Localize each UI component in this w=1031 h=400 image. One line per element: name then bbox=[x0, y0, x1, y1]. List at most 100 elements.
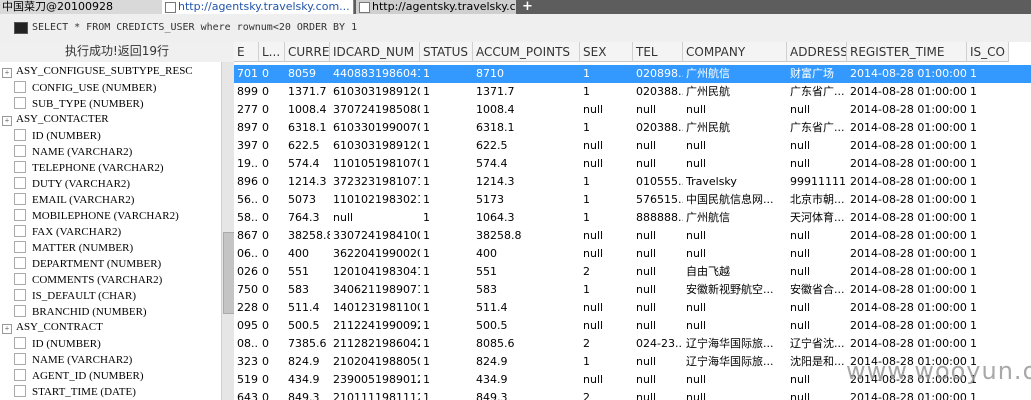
table-cell[interactable]: 自由飞越 bbox=[683, 263, 787, 281]
table-row[interactable]: 701...08059440883198604170...18710102089… bbox=[234, 65, 1031, 83]
table-cell[interactable]: null bbox=[683, 299, 787, 317]
table-row[interactable]: 08...07385.6211282198604273...18085.6202… bbox=[234, 335, 1031, 353]
table-cell[interactable]: 0 bbox=[259, 209, 285, 227]
table-cell[interactable]: null bbox=[633, 371, 683, 389]
table-cell[interactable]: 1 bbox=[420, 371, 473, 389]
column-header[interactable]: L... bbox=[259, 42, 285, 62]
table-cell[interactable]: 1 bbox=[420, 317, 473, 335]
table-cell[interactable]: 2014-08-28 01:00:00.0 bbox=[847, 245, 967, 263]
table-cell[interactable]: null bbox=[633, 245, 683, 263]
table-cell[interactable]: null bbox=[580, 155, 633, 173]
table-cell[interactable]: 511.4 bbox=[285, 299, 330, 317]
checkbox[interactable] bbox=[14, 81, 26, 93]
table-cell[interactable]: 0 bbox=[259, 281, 285, 299]
checkbox[interactable] bbox=[14, 225, 26, 237]
table-row[interactable]: 095...0500.5211224199009229...1500.5null… bbox=[234, 317, 1031, 335]
table-cell[interactable]: 434.9 bbox=[473, 371, 580, 389]
expand-icon[interactable]: + bbox=[2, 324, 12, 334]
checkbox[interactable] bbox=[14, 305, 26, 317]
table-cell[interactable]: 广州航信 bbox=[683, 65, 787, 83]
tree-column-node[interactable]: START_TIME (DATE) bbox=[14, 383, 136, 399]
table-cell[interactable]: null bbox=[580, 245, 633, 263]
table-row[interactable]: 228...0511.4140123198110091...1511.4null… bbox=[234, 299, 1031, 317]
table-cell[interactable]: 277... bbox=[234, 101, 259, 119]
column-header[interactable]: ADDRESS bbox=[787, 42, 847, 62]
table-cell[interactable]: 1 bbox=[420, 191, 473, 209]
tree-table-node[interactable]: + ASY_CONTRACT bbox=[0, 319, 103, 335]
table-cell[interactable]: 228... bbox=[234, 299, 259, 317]
table-cell[interactable]: null bbox=[580, 137, 633, 155]
table-cell[interactable]: 1 bbox=[420, 227, 473, 245]
tree-table-node[interactable]: + ASY_CONFIGUSE_SUBTYPE_RESC bbox=[0, 63, 193, 79]
table-row[interactable]: 56...05073110102198302152...151731576515… bbox=[234, 191, 1031, 209]
column-header[interactable]: E bbox=[234, 42, 259, 62]
table-cell[interactable]: null bbox=[787, 245, 847, 263]
table-cell[interactable]: null bbox=[787, 263, 847, 281]
table-cell[interactable]: 362204199002061... bbox=[330, 245, 420, 263]
table-cell[interactable]: 239005198901290... bbox=[330, 371, 420, 389]
table-cell[interactable]: 340621198907166... bbox=[330, 281, 420, 299]
table-cell[interactable]: 辽宁省沈... bbox=[787, 335, 847, 353]
table-cell[interactable]: 天河体育... bbox=[787, 209, 847, 227]
checkbox[interactable] bbox=[14, 145, 26, 157]
table-cell[interactable]: 583 bbox=[473, 281, 580, 299]
tree-table-node[interactable]: + ASY_CONTACTER bbox=[0, 111, 109, 127]
tree-column-node[interactable]: TELEPHONE (VARCHAR2) bbox=[14, 159, 164, 175]
column-header[interactable]: TEL bbox=[633, 42, 683, 62]
column-header[interactable]: IS_CO bbox=[967, 42, 1009, 62]
browser-tab[interactable]: http://agentsky.travelsky.com... bbox=[356, 0, 516, 14]
tree-column-node[interactable]: NAME (VARCHAR2) bbox=[14, 351, 132, 367]
table-cell[interactable]: null bbox=[633, 353, 683, 371]
table-cell[interactable]: 824.9 bbox=[285, 353, 330, 371]
table-cell[interactable]: 551 bbox=[285, 263, 330, 281]
table-cell[interactable]: 1 bbox=[420, 209, 473, 227]
table-cell[interactable]: 2014-08-28 01:00:00.0 bbox=[847, 119, 967, 137]
table-cell[interactable]: null bbox=[787, 137, 847, 155]
table-cell[interactable]: null bbox=[330, 209, 420, 227]
table-row[interactable]: 06...0400362204199002061...1400nullnulln… bbox=[234, 245, 1031, 263]
table-cell[interactable]: null bbox=[787, 371, 847, 389]
table-cell[interactable]: 广东省广... bbox=[787, 83, 847, 101]
table-cell[interactable]: 0 bbox=[259, 101, 285, 119]
table-cell[interactable]: 56... bbox=[234, 191, 259, 209]
table-cell[interactable]: 010555... bbox=[633, 173, 683, 191]
tree-column-node[interactable]: SUB_TYPE (NUMBER) bbox=[14, 95, 144, 111]
tree-column-node[interactable]: DEPARTMENT (NUMBER) bbox=[14, 255, 161, 271]
table-cell[interactable]: null bbox=[683, 155, 787, 173]
table-cell[interactable]: 0 bbox=[259, 137, 285, 155]
sql-query-text[interactable]: SELECT * FROM CREDICTS_USER where rownum… bbox=[32, 22, 357, 33]
table-cell[interactable]: 1 bbox=[967, 281, 1009, 299]
table-cell[interactable]: 0 bbox=[259, 263, 285, 281]
checkbox[interactable] bbox=[14, 129, 26, 141]
table-cell[interactable]: 沈阳是和... bbox=[787, 353, 847, 371]
table-cell[interactable]: 576515... bbox=[633, 191, 683, 209]
table-cell[interactable]: 中国民航信息网... bbox=[683, 191, 787, 209]
table-cell[interactable]: 0 bbox=[259, 317, 285, 335]
table-cell[interactable]: 2014-08-28 01:00:00.0 bbox=[847, 155, 967, 173]
table-cell[interactable]: 400 bbox=[285, 245, 330, 263]
table-cell[interactable]: null bbox=[633, 137, 683, 155]
table-cell[interactable]: 020388... bbox=[633, 119, 683, 137]
table-cell[interactable]: 610303198912054... bbox=[330, 137, 420, 155]
table-cell[interactable]: 1 bbox=[967, 299, 1009, 317]
table-cell[interactable]: 583 bbox=[285, 281, 330, 299]
table-cell[interactable]: 2014-08-28 01:00:00.0 bbox=[847, 83, 967, 101]
tree-column-node[interactable]: NAME (VARCHAR2) bbox=[14, 143, 132, 159]
table-cell[interactable]: 北京市朝... bbox=[787, 191, 847, 209]
table-cell[interactable]: 2014-08-28 01:00:00.0 bbox=[847, 335, 967, 353]
table-cell[interactable]: 1 bbox=[420, 65, 473, 83]
tree-column-node[interactable]: BRANCHID (NUMBER) bbox=[14, 303, 147, 319]
checkbox[interactable] bbox=[14, 241, 26, 253]
table-cell[interactable]: 6318.1 bbox=[285, 119, 330, 137]
table-cell[interactable]: null bbox=[683, 389, 787, 400]
table-cell[interactable]: 2 bbox=[580, 335, 633, 353]
table-cell[interactable]: 6318.1 bbox=[473, 119, 580, 137]
checkbox[interactable] bbox=[14, 161, 26, 173]
tree-column-node[interactable]: IS_DEFAULT (CHAR) bbox=[14, 287, 136, 303]
table-row[interactable]: 277...01008.4370724198508052...11008.4nu… bbox=[234, 101, 1031, 119]
table-cell[interactable]: 701... bbox=[234, 65, 259, 83]
table-cell[interactable]: 1064.3 bbox=[473, 209, 580, 227]
table-cell[interactable]: 1 bbox=[967, 173, 1009, 191]
checkbox[interactable] bbox=[14, 369, 26, 381]
table-cell[interactable]: 1 bbox=[580, 191, 633, 209]
